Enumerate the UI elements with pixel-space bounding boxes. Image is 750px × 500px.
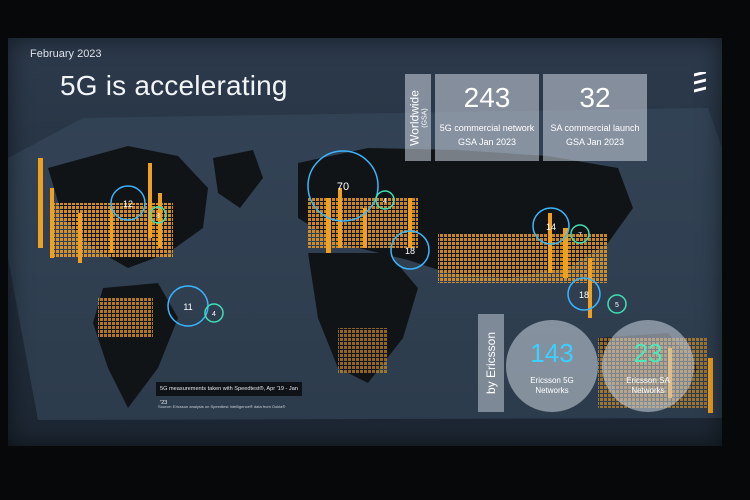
worldwide-label-panel: Worldwide (GSA) [405,74,431,161]
circle-label: 5 [615,302,619,309]
ericsson-logo-icon [694,72,706,93]
by-ericsson-label-panel: by Ericsson [478,314,504,412]
bubble-label-line1: Ericsson SA [626,376,670,385]
circle-label: 14 [546,222,556,232]
stat-value: 32 [579,82,611,113]
bubble-value: 23 [633,338,663,368]
worldwide-label: Worldwide [407,89,422,146]
circle-label: 18 [405,246,415,256]
circle-label: 3 [156,213,160,220]
source-note: Source: Ericsson analysis on Speedtest I… [158,404,286,409]
circle-label: 4 [212,311,216,318]
worldwide-sublabel: (GSA) [421,107,429,128]
stat-5g-networks: 243 5G commercial network GSA Jan 2023 [435,74,539,161]
circle-label: 12 [123,199,133,209]
stat-label: 5G commercial network [439,123,535,133]
by-ericsson-label: by Ericsson [484,331,498,395]
ericsson-sa-bubble: 23 Ericsson SA Networks [602,320,694,412]
map-legend: 5G measurements taken with Speedtest®, A… [156,382,302,406]
stat-value: 243 [463,82,511,113]
stat-label: SA commercial launch [550,123,640,133]
circle-label: 70 [337,181,349,193]
stat-sa-launch: 32 SA commercial launch GSA Jan 2023 [543,74,647,161]
bubble-label-line2: Networks [535,386,569,395]
circle-label: 11 [183,302,192,312]
circle-label: 18 [579,290,589,300]
bubble-label-line1: Ericsson 5G [530,376,574,385]
display-screen: 12 3 70 4 18 14 7 11 4 18 5 February 202… [8,38,722,446]
page-title: 5G is accelerating [60,70,288,101]
date-label: February 2023 [30,48,102,60]
circle-label: 4 [383,198,387,205]
stat-source: GSA Jan 2023 [565,137,625,147]
bubble-value: 143 [530,338,574,368]
stat-source: GSA Jan 2023 [457,137,517,147]
circle-label: 7 [578,232,582,239]
ericsson-5g-bubble: 143 Ericsson 5G Networks [506,320,598,412]
bubble-label-line2: Networks [631,386,665,395]
